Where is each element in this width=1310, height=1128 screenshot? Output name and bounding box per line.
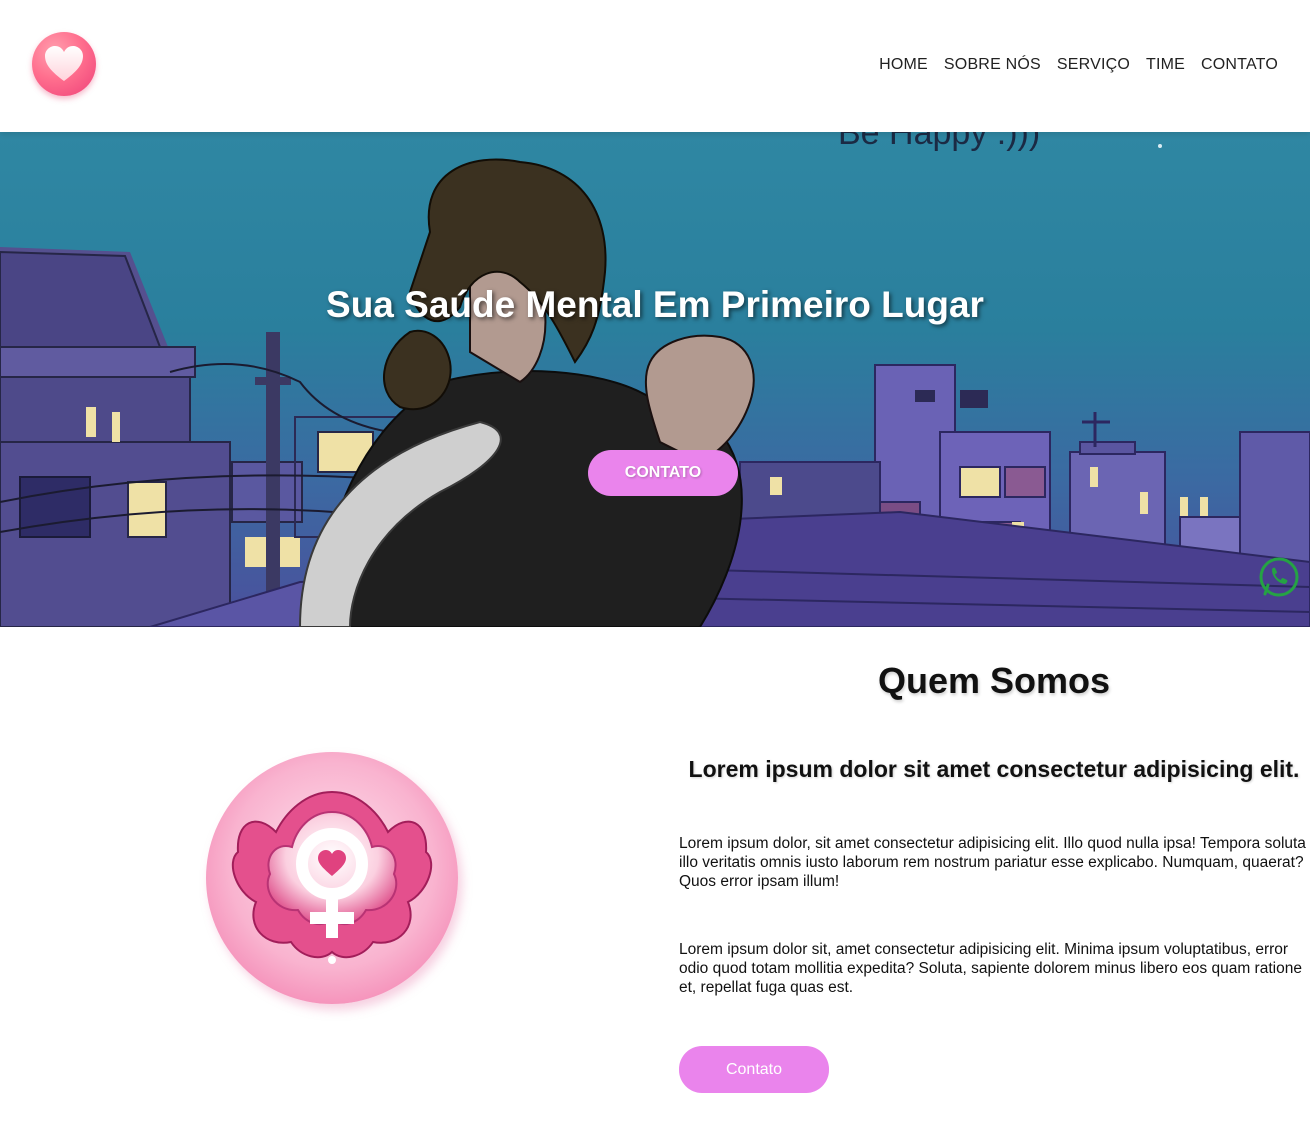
nav-sobre-nos[interactable]: SOBRE NÓS [944,56,1041,74]
logo[interactable] [32,32,96,96]
whatsapp-button[interactable] [1258,556,1300,598]
hero-background-illustration: Be Happy :))) [0,132,1310,627]
whatsapp-icon [1259,557,1299,597]
nav-time[interactable]: TIME [1146,56,1185,74]
hero-title: Sua Saúde Mental Em Primeiro Lugar [326,284,984,325]
about-paragraph-2: Lorem ipsum dolor sit, amet consectetur … [679,941,1302,996]
hero-section: Be Happy :))) Sua Saúde Mental Em Primei… [0,132,1310,627]
nav-contato[interactable]: CONTATO [1201,56,1278,74]
main-nav: HOME SOBRE NÓS SERVIÇO TIME CONTATO [879,56,1278,74]
hero-contato-button[interactable]: CONTATO [588,450,738,496]
about-image [206,752,458,1004]
site-header: HOME SOBRE NÓS SERVIÇO TIME CONTATO [0,0,1310,132]
nav-servico[interactable]: SERVIÇO [1057,56,1130,74]
about-title: Quem Somos [877,660,1111,701]
about-contato-button[interactable]: Contato [679,1046,829,1093]
heart-icon [45,46,83,81]
background-text: Be Happy :))) [838,132,1040,152]
about-subtitle: Lorem ipsum dolor sit amet consectetur a… [688,756,1300,782]
about-paragraph-1: Lorem ipsum dolor, sit amet consectetur … [679,835,1306,890]
nav-home[interactable]: HOME [879,56,928,74]
female-symbol-icon [231,790,433,964]
